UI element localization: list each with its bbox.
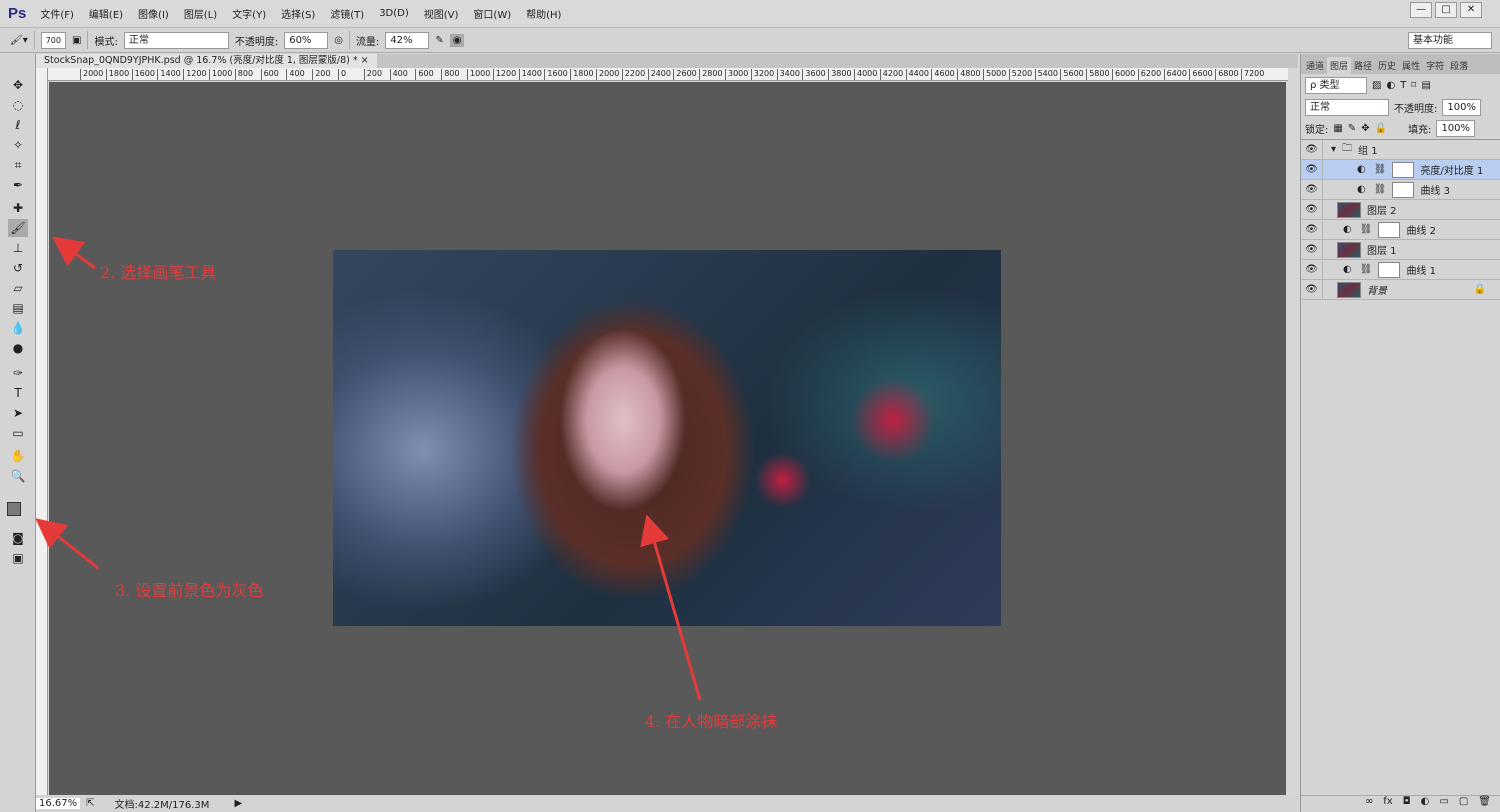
annotation-step2: 2. 选择画笔工具 — [100, 263, 217, 282]
arrow-step3 — [35, 518, 99, 570]
annotation-arrows — [35, 236, 702, 701]
annotation-step3: 3. 设置前景色为灰色 — [115, 581, 264, 600]
arrow-step4 — [640, 514, 702, 701]
arrow-step2 — [52, 236, 96, 270]
annotation-step4: 4. 在人物暗部涂抹 — [645, 712, 778, 731]
